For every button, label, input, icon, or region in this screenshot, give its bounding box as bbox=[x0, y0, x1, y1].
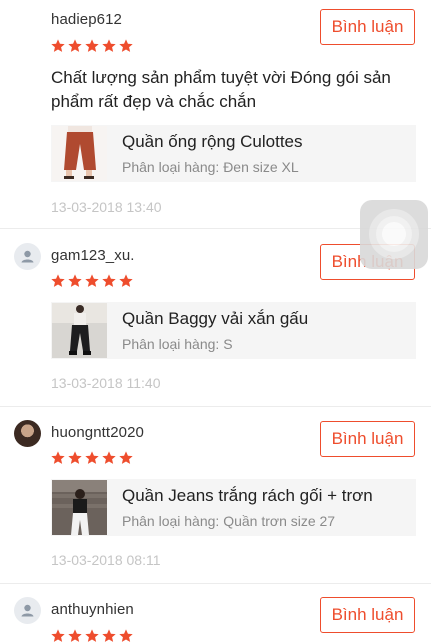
product-name: Quần Baggy vải xắn gấu bbox=[122, 309, 309, 328]
reply-button[interactable]: Bình luận bbox=[320, 421, 415, 457]
reply-button[interactable]: Bình luận bbox=[320, 9, 415, 45]
star-icon bbox=[85, 629, 99, 642]
star-icon bbox=[51, 629, 65, 642]
star-icon bbox=[119, 39, 133, 52]
star-rating bbox=[50, 273, 134, 289]
product-card[interactable]: Quần Jeans trắng rách gối + trơn Phân lo… bbox=[51, 479, 416, 536]
product-thumbnail bbox=[52, 303, 107, 358]
review-comment: Chất lượng sản phẩm tuyệt vời Đóng gói s… bbox=[51, 68, 391, 111]
review-date: 13-03-2018 11:40 bbox=[51, 375, 161, 391]
username[interactable]: gam123_xu. bbox=[51, 247, 135, 264]
product-variant: Phân loại hàng: S bbox=[122, 336, 233, 352]
avatar[interactable] bbox=[14, 597, 41, 624]
product-name: Quần Jeans trắng rách gối + trơn bbox=[122, 486, 373, 505]
review-item: hadiep612 Bình luận Chất lượng sản phẩm … bbox=[0, 0, 431, 229]
star-icon bbox=[119, 274, 133, 287]
avatar[interactable] bbox=[14, 243, 41, 270]
username[interactable]: anthuynhien bbox=[51, 601, 134, 618]
username[interactable]: hadiep612 bbox=[51, 11, 122, 28]
product-name: Quần ống rộng Culottes bbox=[122, 132, 303, 151]
review-date: 13-03-2018 08:11 bbox=[51, 552, 161, 568]
assistive-touch-button[interactable] bbox=[360, 200, 428, 269]
star-icon bbox=[119, 629, 133, 642]
star-icon bbox=[102, 451, 116, 464]
star-icon bbox=[51, 451, 65, 464]
star-icon bbox=[102, 274, 116, 287]
star-icon bbox=[68, 451, 82, 464]
star-icon bbox=[51, 274, 65, 287]
star-icon bbox=[119, 451, 133, 464]
star-icon bbox=[102, 39, 116, 52]
star-rating bbox=[50, 450, 134, 466]
star-icon bbox=[85, 274, 99, 287]
avatar[interactable] bbox=[14, 6, 41, 33]
product-variant: Phân loại hàng: Đen size XL bbox=[122, 159, 299, 175]
avatar[interactable] bbox=[14, 420, 41, 447]
user-icon bbox=[21, 604, 34, 617]
product-card[interactable]: Quần Baggy vải xắn gấu Phân loại hàng: S bbox=[51, 302, 416, 359]
star-icon bbox=[68, 629, 82, 642]
star-rating bbox=[50, 628, 134, 644]
star-icon bbox=[85, 39, 99, 52]
user-icon bbox=[21, 250, 34, 263]
product-card[interactable]: Quần ống rộng Culottes Phân loại hàng: Đ… bbox=[51, 125, 416, 182]
review-date: 13-03-2018 13:40 bbox=[51, 199, 162, 215]
product-variant: Phân loại hàng: Quần trơn size 27 bbox=[122, 513, 336, 529]
username[interactable]: huongntt2020 bbox=[51, 424, 144, 441]
product-thumbnail bbox=[52, 126, 107, 181]
reply-button[interactable]: Bình luận bbox=[320, 597, 415, 633]
star-rating bbox=[50, 38, 134, 54]
star-icon bbox=[102, 629, 116, 642]
star-icon bbox=[68, 39, 82, 52]
review-item: anthuynhien Bình luận bbox=[0, 584, 431, 642]
review-item: huongntt2020 Bình luận Quần Jeans trắng … bbox=[0, 407, 431, 584]
star-icon bbox=[68, 274, 82, 287]
star-icon bbox=[85, 451, 99, 464]
star-icon bbox=[51, 39, 65, 52]
product-thumbnail bbox=[52, 480, 107, 535]
